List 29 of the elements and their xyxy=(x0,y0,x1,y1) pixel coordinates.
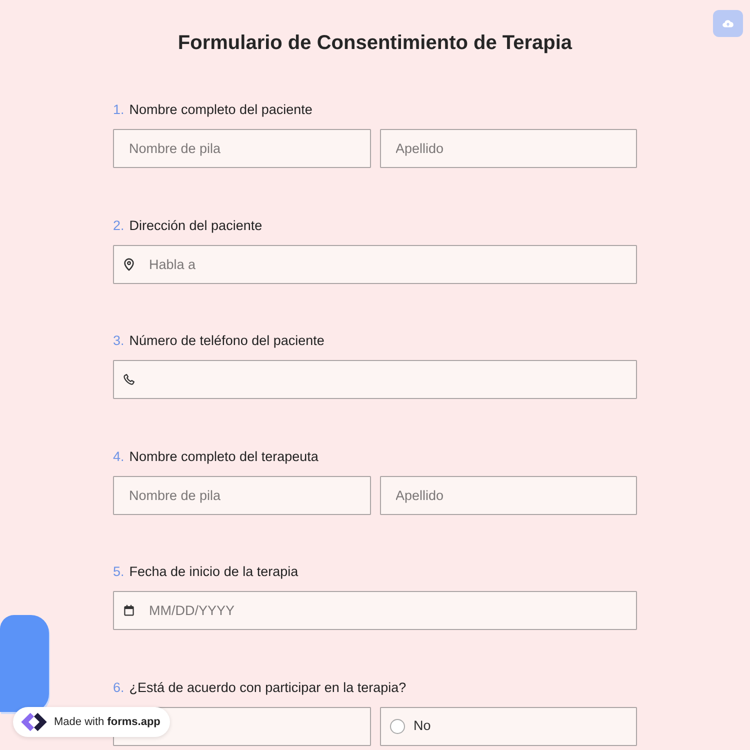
last-name-field[interactable]: Apellido xyxy=(380,129,637,168)
upload-button[interactable] xyxy=(713,10,743,37)
question-label: Dirección del paciente xyxy=(129,216,262,235)
made-with-overlay[interactable]: Made with forms.app xyxy=(13,707,170,737)
date-field[interactable]: MM/DD/YYYY xyxy=(113,591,637,630)
logo-icon xyxy=(20,711,48,733)
question-number: 4. xyxy=(113,448,124,466)
question-number: 2. xyxy=(113,216,124,234)
form-title: Formulario de Consentimiento de Terapia xyxy=(176,31,574,56)
question-number: 3. xyxy=(113,332,124,350)
calendar-icon xyxy=(123,604,135,617)
question-label: ¿Está de acuerdo con participar en la terapia? xyxy=(129,678,406,697)
radio-button-icon[interactable] xyxy=(390,718,404,734)
question-label: Nombre completo del paciente xyxy=(129,101,312,119)
phone-field[interactable] xyxy=(113,360,637,399)
map-pin-icon xyxy=(123,258,135,270)
question-number: 1. xyxy=(113,101,124,119)
question-label: Nombre completo del terapeuta xyxy=(129,448,318,466)
question-number: 5. xyxy=(113,563,124,581)
first-name-field[interactable]: Nombre de pila xyxy=(113,129,370,168)
question-label: Fecha de inicio de la terapia xyxy=(129,563,298,581)
question-number: 6. xyxy=(113,678,124,696)
last-name-field[interactable]: Apellido xyxy=(380,476,637,514)
cloud-upload-icon xyxy=(722,20,734,28)
address-field[interactable]: Habla a xyxy=(113,244,637,284)
question-label: Número de teléfono del paciente xyxy=(129,332,324,350)
first-name-field[interactable]: Nombre de pila xyxy=(113,476,370,514)
radio-option[interactable]: No xyxy=(380,706,637,746)
phone-icon xyxy=(123,373,135,386)
